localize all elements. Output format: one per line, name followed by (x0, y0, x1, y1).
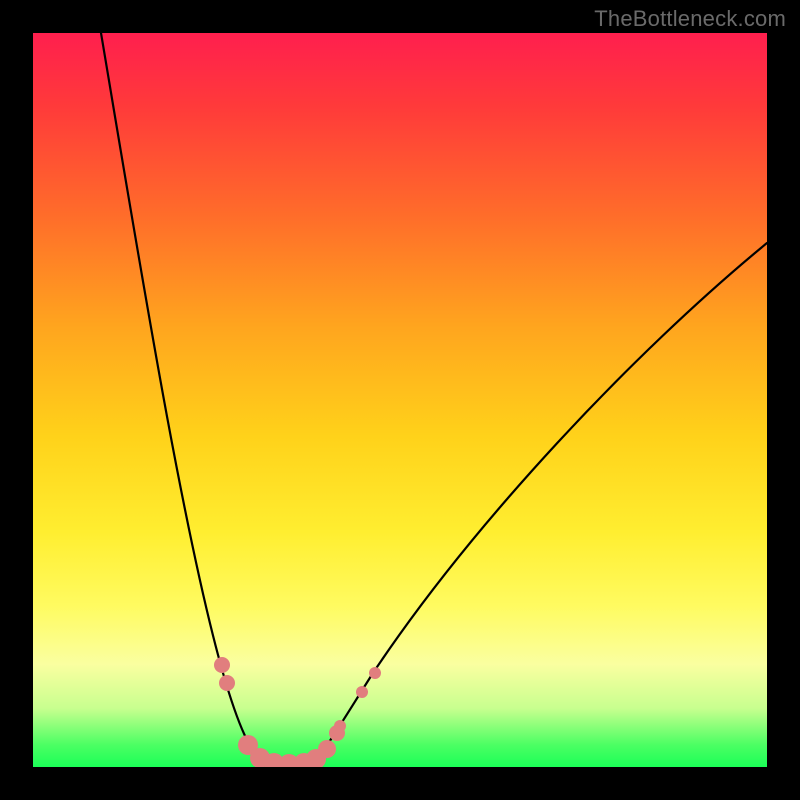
curve-left-branch (101, 33, 265, 763)
data-dot (214, 657, 230, 673)
dots-left-group (214, 657, 299, 767)
plot-area (33, 33, 767, 767)
chart-svg (33, 33, 767, 767)
curve-group (101, 33, 767, 765)
data-dot (219, 675, 235, 691)
data-dot (318, 740, 336, 758)
data-dot (334, 720, 346, 732)
data-dot (356, 686, 368, 698)
watermark-text: TheBottleneck.com (594, 6, 786, 32)
curve-right-branch (313, 243, 767, 763)
chart-frame: TheBottleneck.com (0, 0, 800, 800)
data-dot (369, 667, 381, 679)
